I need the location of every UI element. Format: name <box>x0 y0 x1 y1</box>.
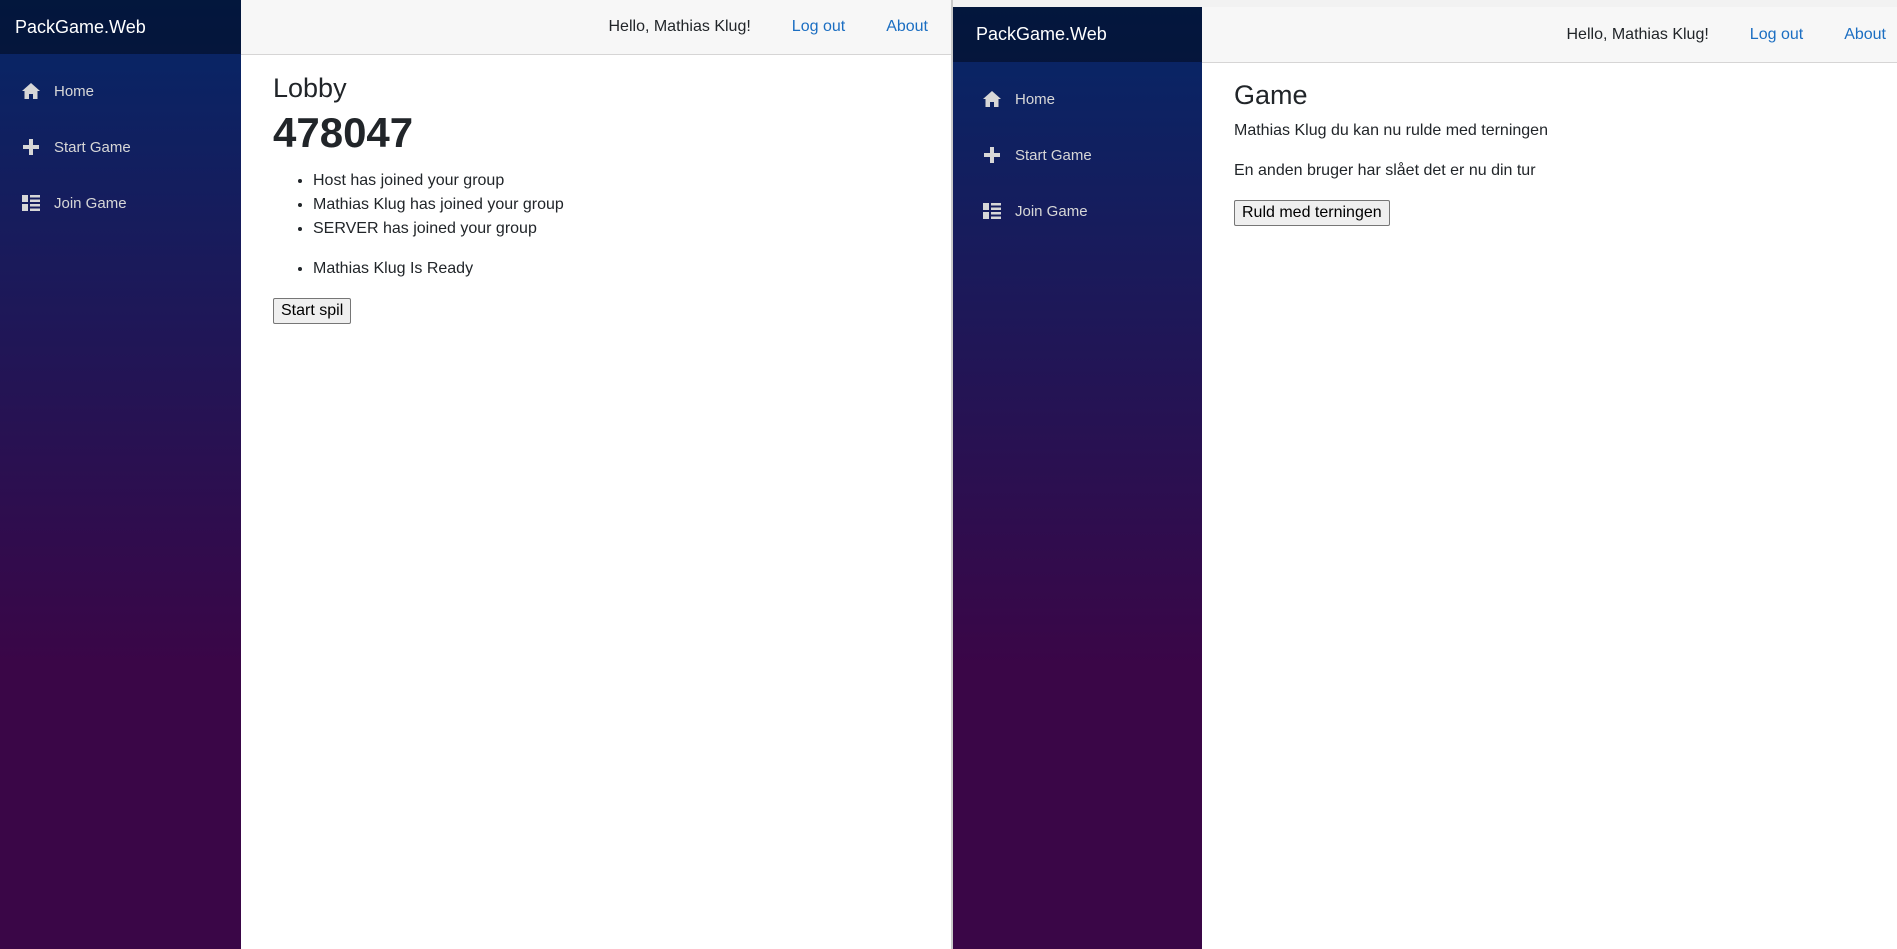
top-row: Hello, Mathias Klug! Log out About <box>241 0 951 55</box>
nav-item-label: Join Game <box>1015 202 1088 220</box>
plus-icon <box>982 145 1002 165</box>
list-item: Host has joined your group <box>313 169 951 193</box>
list-item: Mathias Klug Is Ready <box>313 257 951 281</box>
nav-item-join-game[interactable]: Join Game <box>0 175 241 231</box>
nav-menu: Home Start Game Join Game <box>0 54 241 231</box>
status-message: En anden bruger har slået det er nu din … <box>1234 162 1536 180</box>
user-greeting: Hello, Mathias Klug! <box>608 18 751 35</box>
brand-link[interactable]: PackGame.Web <box>976 24 1107 45</box>
nav-item-home[interactable]: Home <box>951 71 1202 127</box>
page-title: Game <box>1234 80 1308 110</box>
main-content: Game Mathias Klug du kan nu rulde med te… <box>1234 62 1897 227</box>
lobby-window: PackGame.Web Home Start Game Join Game H… <box>0 0 951 949</box>
home-icon <box>21 81 41 101</box>
sidebar: PackGame.Web Home Start Game Join Game <box>951 7 1202 949</box>
list-icon <box>21 193 41 213</box>
roll-dice-button[interactable]: Ruld med terningen <box>1234 200 1390 227</box>
start-game-button[interactable]: Start spil <box>273 297 352 324</box>
nav-item-label: Home <box>1015 90 1056 108</box>
page-title: Lobby <box>273 73 347 103</box>
turn-message: Mathias Klug du kan nu rulde med terning… <box>1234 122 1548 140</box>
list-item: Mathias Klug has joined your group <box>313 193 951 217</box>
main-content: Lobby 478047 Host has joined your group … <box>273 55 951 324</box>
logout-link[interactable]: Log out <box>1750 26 1803 44</box>
plus-icon <box>21 137 41 157</box>
nav-item-label: Join Game <box>54 194 127 212</box>
about-link[interactable]: About <box>886 18 928 36</box>
nav-item-label: Start Game <box>1015 146 1092 164</box>
window-divider <box>951 0 953 949</box>
brand-bar: PackGame.Web <box>951 7 1202 62</box>
nav-item-start-game[interactable]: Start Game <box>951 127 1202 183</box>
sidebar: PackGame.Web Home Start Game Join Game <box>0 0 241 949</box>
brand-bar: PackGame.Web <box>0 0 241 54</box>
join-messages-list: Host has joined your group Mathias Klug … <box>273 169 951 241</box>
nav-item-home[interactable]: Home <box>0 63 241 119</box>
about-link[interactable]: About <box>1844 26 1886 44</box>
top-row: Hello, Mathias Klug! Log out About <box>1202 7 1897 63</box>
user-greeting: Hello, Mathias Klug! <box>1566 25 1709 43</box>
lobby-code: 478047 <box>273 109 414 157</box>
brand-link[interactable]: PackGame.Web <box>15 17 146 38</box>
nav-menu: Home Start Game Join Game <box>951 62 1202 239</box>
nav-item-join-game[interactable]: Join Game <box>951 183 1202 239</box>
nav-item-label: Start Game <box>54 138 131 156</box>
game-window: PackGame.Web Home Start Game Join Game H… <box>951 0 1897 949</box>
logout-link[interactable]: Log out <box>792 18 845 36</box>
list-icon <box>982 201 1002 221</box>
nav-item-label: Home <box>54 82 95 100</box>
list-item: SERVER has joined your group <box>313 217 951 241</box>
ready-list: Mathias Klug Is Ready <box>273 257 951 281</box>
nav-item-start-game[interactable]: Start Game <box>0 119 241 175</box>
home-icon <box>982 89 1002 109</box>
